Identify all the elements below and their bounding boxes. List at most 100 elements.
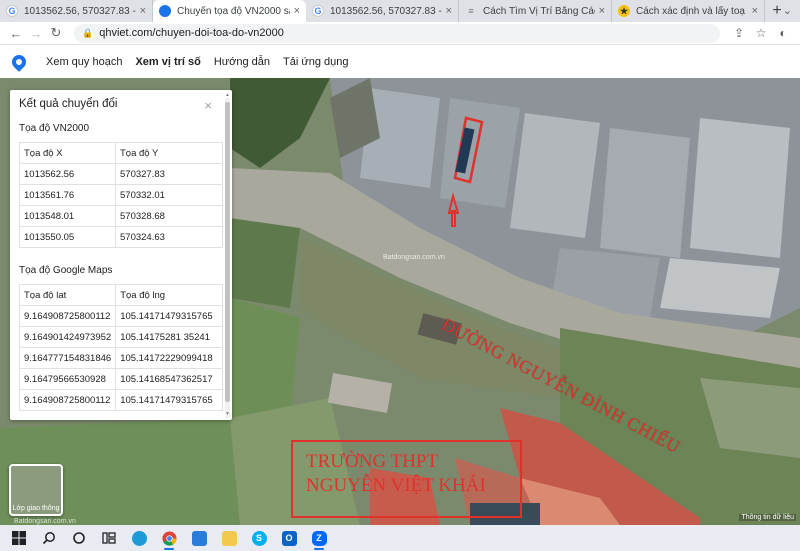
url-text: qhviet.com/chuyen-doi-toa-do-vn2000 bbox=[99, 27, 284, 39]
close-tab-icon[interactable]: × bbox=[446, 5, 452, 17]
chevron-down-icon[interactable]: ⌄ bbox=[783, 4, 792, 17]
store-icon[interactable] bbox=[184, 525, 214, 551]
cell-x: 1013550.05 bbox=[19, 226, 116, 248]
task-view-icon[interactable] bbox=[64, 525, 94, 551]
site-header: Xem quy hoạch Xem vị trí số Hướng dẫn Tả… bbox=[0, 45, 800, 78]
close-tab-icon[interactable]: × bbox=[752, 5, 758, 17]
google-icon: G bbox=[6, 5, 18, 17]
table-header-row: Tọa độ X Tọa độ Y bbox=[19, 142, 223, 164]
bookmark-star-icon[interactable]: ☆ bbox=[750, 26, 772, 40]
lock-icon[interactable]: 🔒 bbox=[82, 28, 93, 39]
nav-xem-quy-hoach[interactable]: Xem quy hoạch bbox=[46, 56, 122, 68]
column-header: Tọa độ Y bbox=[115, 142, 223, 164]
table-row: 1013562.56 570327.83 bbox=[19, 163, 223, 185]
browser-tab[interactable]: Chuyển tọa độ VN2000 sang WGS × bbox=[153, 0, 306, 22]
browser-toolbar: ← → ↻ 🔒 qhviet.com/chuyen-doi-toa-do-vn2… bbox=[0, 22, 800, 45]
cell-lat: 9.164908725800112 bbox=[18, 389, 117, 411]
tab-title: Chuyển tọa độ VN2000 sang WGS bbox=[177, 5, 290, 17]
scroll-down-icon[interactable]: ▼ bbox=[225, 411, 230, 417]
tab-title: Cách xác định và lấy toạ độ trên bbox=[636, 5, 748, 17]
map-watermark: Batdongsan.com.vn bbox=[383, 254, 445, 261]
table-row: 9.164908725800112 105.14171479315765 bbox=[18, 305, 223, 327]
document-icon: ≡ bbox=[468, 6, 474, 16]
school-annotation-line1: TRƯỜNG THPT bbox=[306, 451, 439, 472]
back-icon[interactable]: ← bbox=[6, 26, 26, 41]
school-annotation-line2: NGUYỄN VIỆT KHÁI bbox=[306, 475, 486, 496]
close-tab-icon[interactable]: × bbox=[140, 5, 146, 17]
table-row: 9.164777154831846 105.14172229099418 bbox=[18, 347, 223, 369]
files-icon[interactable] bbox=[214, 525, 244, 551]
chrome-icon[interactable] bbox=[154, 525, 184, 551]
browser-tab[interactable]: G 1013562.56, 570327.83 - Tìm trên × bbox=[306, 0, 459, 22]
traffic-layer-label: Lớp giao thông bbox=[12, 505, 60, 512]
address-bar[interactable]: 🔒 qhviet.com/chuyen-doi-toa-do-vn2000 bbox=[74, 23, 720, 43]
traffic-layer-button[interactable]: Lớp giao thông bbox=[9, 464, 63, 516]
cell-lng: 105.14172229099418 bbox=[115, 347, 223, 369]
nav-huong-dan[interactable]: Hướng dẫn bbox=[214, 56, 270, 68]
google-maps-table: Tọa độ lat Tọa độ lng 9.164908725800112 … bbox=[18, 284, 223, 411]
cell-lng: 105.14175281 35241 bbox=[115, 326, 223, 348]
google-maps-heading: Tọa độ Google Maps bbox=[19, 265, 113, 276]
forward-icon[interactable]: → bbox=[26, 26, 46, 41]
browser-tab[interactable]: ★ Cách xác định và lấy toạ độ trên × bbox=[612, 0, 765, 22]
vn2000-heading: Tọa độ VN2000 bbox=[19, 123, 90, 134]
table-row: 9.164901424973952 105.14175281 35241 bbox=[18, 326, 223, 348]
share-icon[interactable]: ⇪ bbox=[728, 26, 750, 40]
cell-lng: 105.14168547362517 bbox=[115, 368, 223, 390]
reload-icon[interactable]: ↻ bbox=[46, 25, 66, 41]
widgets-icon[interactable] bbox=[94, 525, 124, 551]
cell-x: 1013561.76 bbox=[19, 184, 116, 206]
skype-icon[interactable]: S bbox=[244, 525, 274, 551]
browser-tab[interactable]: G 1013562.56, 570327.83 - Tìm trên G × bbox=[0, 0, 153, 22]
cell-y: 570324.63 bbox=[115, 226, 223, 248]
column-header: Tọa độ lat bbox=[18, 284, 117, 306]
close-icon[interactable]: × bbox=[204, 98, 212, 113]
cell-lat: 9.164777154831846 bbox=[18, 347, 117, 369]
outlook-icon[interactable]: O bbox=[274, 525, 304, 551]
map-attribution[interactable]: Thông tin dữ liệu bbox=[739, 514, 796, 521]
cell-x: 1013562.56 bbox=[19, 163, 116, 185]
column-header: Tọa độ lng bbox=[115, 284, 223, 306]
search-icon[interactable] bbox=[34, 525, 64, 551]
cell-y: 570327.83 bbox=[115, 163, 223, 185]
table-row: 9.16479566530928 105.14168547362517 bbox=[18, 368, 223, 390]
browser-tab-strip: G1013562.56, 570327.83 - Tìm trên G×Chuy… bbox=[0, 0, 800, 22]
windows-taskbar: S O Z bbox=[0, 525, 800, 551]
profile-icon[interactable]: ◐ bbox=[772, 26, 794, 40]
nav-tai-ung-dung[interactable]: Tải ứng dụng bbox=[283, 56, 348, 68]
table-header-row: Tọa độ lat Tọa độ lng bbox=[18, 284, 223, 306]
map-watermark-bottom: Batdongsan.com.vn bbox=[14, 518, 76, 525]
table-row: 1013550.05 570324.63 bbox=[19, 226, 223, 248]
windows-start-icon[interactable] bbox=[4, 525, 34, 551]
tab-title: 1013562.56, 570327.83 - Tìm trên bbox=[330, 5, 442, 17]
close-tab-icon[interactable]: × bbox=[599, 5, 605, 17]
cell-lat: 9.16479566530928 bbox=[18, 368, 117, 390]
column-header: Tọa độ X bbox=[19, 142, 116, 164]
panel-title: Kết quả chuyển đổi bbox=[19, 98, 118, 110]
cell-lat: 9.164901424973952 bbox=[18, 326, 117, 348]
cell-y: 570328.68 bbox=[115, 205, 223, 227]
cell-lat: 9.164908725800112 bbox=[18, 305, 117, 327]
qhviet-logo-icon[interactable] bbox=[9, 51, 29, 72]
tab-title: Cách Tìm Vị Trí Bằng Cách Nhập bbox=[483, 5, 595, 17]
zalo-icon[interactable]: Z bbox=[304, 525, 334, 551]
close-tab-icon[interactable]: × bbox=[294, 5, 300, 17]
qhviet-pin-icon bbox=[159, 5, 171, 17]
cell-lng: 105.14171479315765 bbox=[115, 305, 223, 327]
browser-tab[interactable]: ≡ Cách Tìm Vị Trí Bằng Cách Nhập × bbox=[459, 0, 612, 22]
yellow-site-icon: ★ bbox=[618, 5, 630, 17]
cell-x: 1013548.01 bbox=[19, 205, 116, 227]
cell-y: 570332.01 bbox=[115, 184, 223, 206]
table-row: 1013561.76 570332.01 bbox=[19, 184, 223, 206]
table-row: 9.164908725800112 105.14171479315765 bbox=[18, 389, 223, 411]
edge-icon[interactable] bbox=[124, 525, 154, 551]
vn2000-table: Tọa độ X Tọa độ Y 1013562.56 570327.83 1… bbox=[19, 142, 223, 248]
tab-title: 1013562.56, 570327.83 - Tìm trên G bbox=[24, 5, 136, 17]
conversion-result-panel: Kết quả chuyển đổi × Tọa độ VN2000 Tọa đ… bbox=[10, 90, 232, 420]
scroll-up-icon[interactable]: ▲ bbox=[225, 92, 230, 98]
table-row: 1013548.01 570328.68 bbox=[19, 205, 223, 227]
google-icon: G bbox=[312, 5, 324, 17]
nav-xem-vi-tri-so[interactable]: Xem vị trí số bbox=[135, 56, 200, 68]
panel-scrollbar-thumb[interactable] bbox=[225, 102, 230, 402]
cell-lng: 105.14171479315765 bbox=[115, 389, 223, 411]
